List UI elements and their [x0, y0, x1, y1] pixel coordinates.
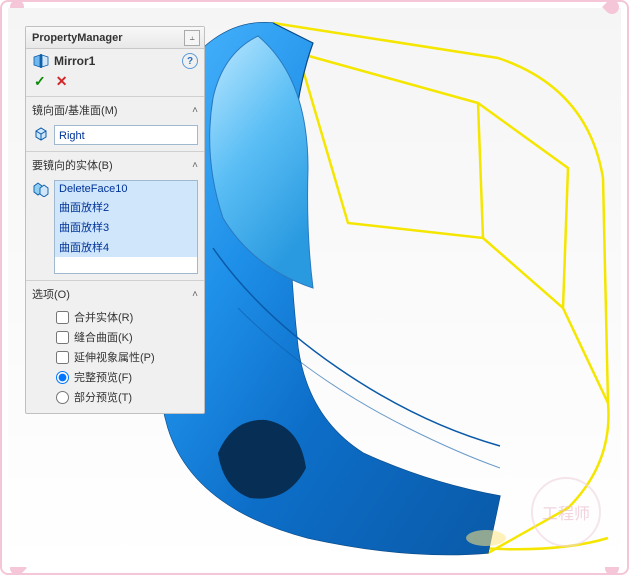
- pin-button[interactable]: ⫠: [184, 30, 200, 46]
- mirror-plane-selector[interactable]: Right: [54, 125, 198, 145]
- body-item-empty[interactable]: [55, 257, 197, 273]
- checkbox-input[interactable]: [56, 311, 69, 324]
- property-manager-panel: PropertyManager ⫠ Mirror1 ? ✓ ✕ 镜向面/基准面(…: [25, 26, 205, 414]
- section-label: 镜向面/基准面(M): [32, 102, 192, 118]
- section-header-mirror-plane[interactable]: 镜向面/基准面(M) ˄: [26, 97, 204, 123]
- body-item[interactable]: 曲面放样4: [55, 237, 197, 257]
- radio-input[interactable]: [56, 391, 69, 404]
- feature-name: Mirror1: [54, 54, 182, 68]
- section-label: 要镜向的实体(B): [32, 157, 192, 173]
- radio-full-preview[interactable]: 完整预览(F): [56, 369, 196, 385]
- section-options: 选项(O) ˄ 合并实体(R) 缝合曲面(K) 延伸视象属性(P) 完整预览(F…: [26, 280, 204, 413]
- checkbox-input[interactable]: [56, 351, 69, 364]
- checkbox-label: 合并实体(R): [74, 309, 133, 325]
- car-body-solid: [152, 23, 506, 555]
- feature-row: Mirror1 ?: [26, 49, 204, 71]
- mirror-plane-value[interactable]: Right: [55, 126, 197, 146]
- body-item[interactable]: 曲面放样3: [55, 217, 197, 237]
- confirm-row: ✓ ✕: [26, 71, 204, 96]
- section-mirror-plane: 镜向面/基准面(M) ˄ Right: [26, 96, 204, 151]
- cancel-button[interactable]: ✕: [56, 73, 68, 90]
- checkbox-label: 缝合曲面(K): [74, 329, 133, 345]
- chevron-up-icon: ˄: [192, 160, 198, 171]
- body-item[interactable]: DeleteFace10: [55, 181, 197, 197]
- mirror-icon: [32, 53, 50, 69]
- checkbox-propagate[interactable]: 延伸视象属性(P): [56, 349, 196, 365]
- app-viewport: 工程师 PropertyManager ⫠ Mirror1 ? ✓ ✕: [8, 8, 621, 567]
- section-header-options[interactable]: 选项(O) ˄: [26, 281, 204, 307]
- radio-label: 部分预览(T): [74, 389, 132, 405]
- radio-partial-preview[interactable]: 部分预览(T): [56, 389, 196, 405]
- section-header-bodies[interactable]: 要镜向的实体(B) ˄: [26, 152, 204, 178]
- panel-header: PropertyManager ⫠: [26, 27, 204, 49]
- checkbox-label: 延伸视象属性(P): [74, 349, 155, 365]
- body-item[interactable]: 曲面放样2: [55, 197, 197, 217]
- screenshot-frame: 工程师 PropertyManager ⫠ Mirror1 ? ✓ ✕: [0, 0, 629, 575]
- section-bodies: 要镜向的实体(B) ˄ DeleteFace10 曲面放样2 曲面放样3 曲面放…: [26, 151, 204, 280]
- bodies-selector[interactable]: DeleteFace10 曲面放样2 曲面放样3 曲面放样4: [54, 180, 198, 274]
- plane-icon: [32, 125, 50, 143]
- checkbox-merge[interactable]: 合并实体(R): [56, 309, 196, 325]
- radio-label: 完整预览(F): [74, 369, 132, 385]
- chevron-up-icon: ˄: [192, 289, 198, 300]
- checkbox-knit[interactable]: 缝合曲面(K): [56, 329, 196, 345]
- watermark-stamp: 工程师: [531, 477, 601, 547]
- ok-button[interactable]: ✓: [34, 73, 46, 90]
- bodies-icon: [32, 180, 50, 198]
- chevron-up-icon: ˄: [192, 105, 198, 116]
- panel-title: PropertyManager: [30, 32, 184, 44]
- help-button[interactable]: ?: [182, 53, 198, 69]
- checkbox-input[interactable]: [56, 331, 69, 344]
- section-label: 选项(O): [32, 286, 192, 302]
- radio-input[interactable]: [56, 371, 69, 384]
